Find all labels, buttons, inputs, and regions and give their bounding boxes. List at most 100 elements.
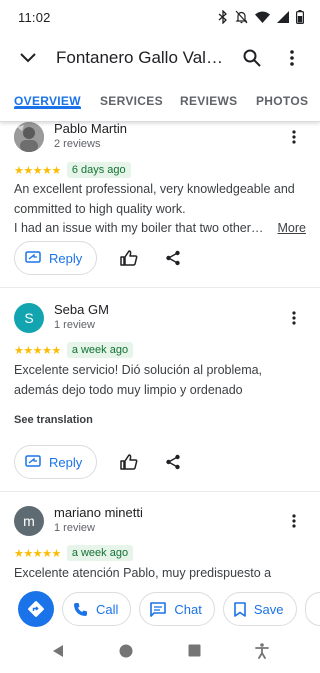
save-label: Save — [253, 601, 284, 617]
avatar[interactable] — [14, 122, 44, 152]
reviewer-review-count: 2 reviews — [54, 138, 101, 150]
reviewer-info[interactable]: mariano minetti 1 review — [54, 505, 282, 536]
review-date: a week ago — [66, 545, 134, 561]
review-text-line: además dejo todo muy limpio y ordenado — [14, 382, 243, 397]
review-text: Excelente atención Pablo, muy predispues… — [14, 564, 306, 584]
share-button[interactable] — [161, 450, 185, 474]
back-triangle-icon — [53, 644, 64, 657]
review-text-line: I had an issue with my boiler that two o… — [14, 221, 264, 235]
reviewer-info[interactable]: Pablo Martin 2 reviews — [54, 122, 282, 152]
save-button[interactable]: Save — [222, 592, 297, 626]
review-text-truncated: I had an issue with my boiler that two o… — [14, 219, 306, 239]
bookmark-icon — [234, 601, 246, 617]
profile-photo — [14, 122, 44, 152]
reply-icon — [25, 251, 41, 263]
reviewer-name: Pablo Martin — [54, 122, 127, 136]
call-label: Call — [96, 601, 119, 617]
place-title: Fontanero Gallo Valen… — [56, 48, 232, 67]
chat-button[interactable]: Chat — [139, 592, 215, 626]
recents-square-icon — [188, 644, 201, 657]
review-rating: ★★★★★ a week ago — [14, 545, 134, 561]
nav-home-button[interactable] — [119, 644, 133, 663]
review-divider — [0, 287, 320, 288]
reviewer-name: mariano minetti — [54, 505, 143, 520]
app-bar: Fontanero Gallo Valen… — [0, 34, 320, 82]
place-actions-bar: Call Chat Save — [0, 589, 320, 629]
status-time: 11:02 — [18, 9, 51, 25]
like-button[interactable] — [117, 450, 141, 474]
star-rating: ★★★★★ — [14, 547, 61, 560]
chevron-down-icon — [20, 53, 36, 63]
review-options-button[interactable] — [282, 509, 306, 533]
tab-reviews[interactable]: REVIEWS — [180, 82, 237, 108]
more-vert-icon — [292, 513, 296, 528]
star-rating: ★★★★★ — [14, 164, 61, 177]
reviewer-review-count: 1 review — [54, 319, 95, 331]
review-text: Excelente servicio! Dió solución al prob… — [14, 361, 306, 400]
more-options-button[interactable] — [272, 38, 312, 78]
tab-overview[interactable]: OVERVIEW — [14, 82, 81, 109]
review-date: 6 days ago — [66, 162, 131, 178]
see-translation-link[interactable]: See translation — [14, 414, 93, 426]
reply-label: Reply — [49, 454, 83, 470]
search-button[interactable] — [232, 38, 272, 78]
notifications-off-icon — [235, 10, 248, 24]
review-header: Pablo Martin 2 reviews — [14, 122, 306, 152]
nav-recents-button[interactable] — [188, 644, 201, 662]
system-nav-bar — [0, 633, 320, 673]
directions-icon — [28, 601, 44, 617]
review-text: An excellent professional, very knowledg… — [14, 180, 306, 239]
chat-label: Chat — [174, 601, 202, 617]
review-divider — [0, 491, 320, 492]
share-icon — [166, 454, 180, 470]
accessibility-button[interactable] — [254, 642, 269, 664]
reply-icon — [25, 455, 41, 467]
review-actions: Reply — [14, 241, 185, 275]
review-rating: ★★★★★ a week ago — [14, 342, 134, 358]
star-rating: ★★★★★ — [14, 344, 61, 357]
review-text-line: committed to high quality work. — [14, 201, 186, 216]
status-icons — [218, 10, 304, 24]
search-icon — [243, 49, 261, 67]
tab-services[interactable]: SERVICES — [100, 82, 163, 108]
home-circle-icon — [119, 644, 133, 657]
share-button[interactable] — [161, 246, 185, 270]
directions-button[interactable] — [18, 591, 54, 627]
share-icon — [166, 250, 180, 266]
more-vert-icon — [292, 129, 296, 144]
bluetooth-icon — [218, 10, 228, 24]
review-text-line: An excellent professional, very knowledg… — [14, 182, 295, 196]
collapse-button[interactable] — [14, 44, 42, 72]
reply-button[interactable]: Reply — [14, 445, 98, 479]
reviews-feed[interactable]: Pablo Martin 2 reviews ★★★★★ 6 days ago … — [0, 122, 320, 585]
review-header: S Seba GM 1 review — [14, 302, 306, 333]
nav-back-button[interactable] — [51, 644, 65, 663]
thumb-up-icon — [120, 454, 138, 470]
more-vert-icon — [290, 50, 294, 66]
reviewer-info[interactable]: Seba GM 1 review — [54, 302, 282, 333]
review-header: m mariano minetti 1 review — [14, 505, 306, 536]
wifi-icon — [255, 11, 270, 23]
avatar[interactable]: S — [14, 302, 44, 333]
call-button[interactable]: Call — [62, 592, 132, 626]
review-text-line: Excelente servicio! Dió solución al prob… — [14, 363, 263, 377]
tab-bar: OVERVIEW SERVICES REVIEWS PHOTOS — [0, 82, 320, 122]
phone-icon — [74, 602, 87, 616]
review-options-button[interactable] — [282, 306, 306, 330]
reviewer-name: Seba GM — [54, 302, 109, 317]
status-bar: 11:02 — [0, 0, 320, 34]
review-options-button[interactable] — [282, 125, 306, 149]
review-actions: Reply — [14, 445, 185, 479]
avatar[interactable]: m — [14, 505, 44, 536]
like-button[interactable] — [117, 246, 141, 270]
review-date: a week ago — [66, 342, 134, 358]
signal-icon — [277, 11, 289, 23]
reply-button[interactable]: Reply — [14, 241, 98, 275]
reply-label: Reply — [49, 250, 83, 266]
tab-photos[interactable]: PHOTOS — [256, 82, 308, 108]
more-link[interactable]: More — [278, 219, 306, 239]
thumb-up-icon — [120, 250, 138, 266]
more-actions-chip[interactable] — [304, 592, 320, 626]
accessibility-icon — [254, 642, 269, 659]
more-vert-icon — [292, 310, 296, 325]
